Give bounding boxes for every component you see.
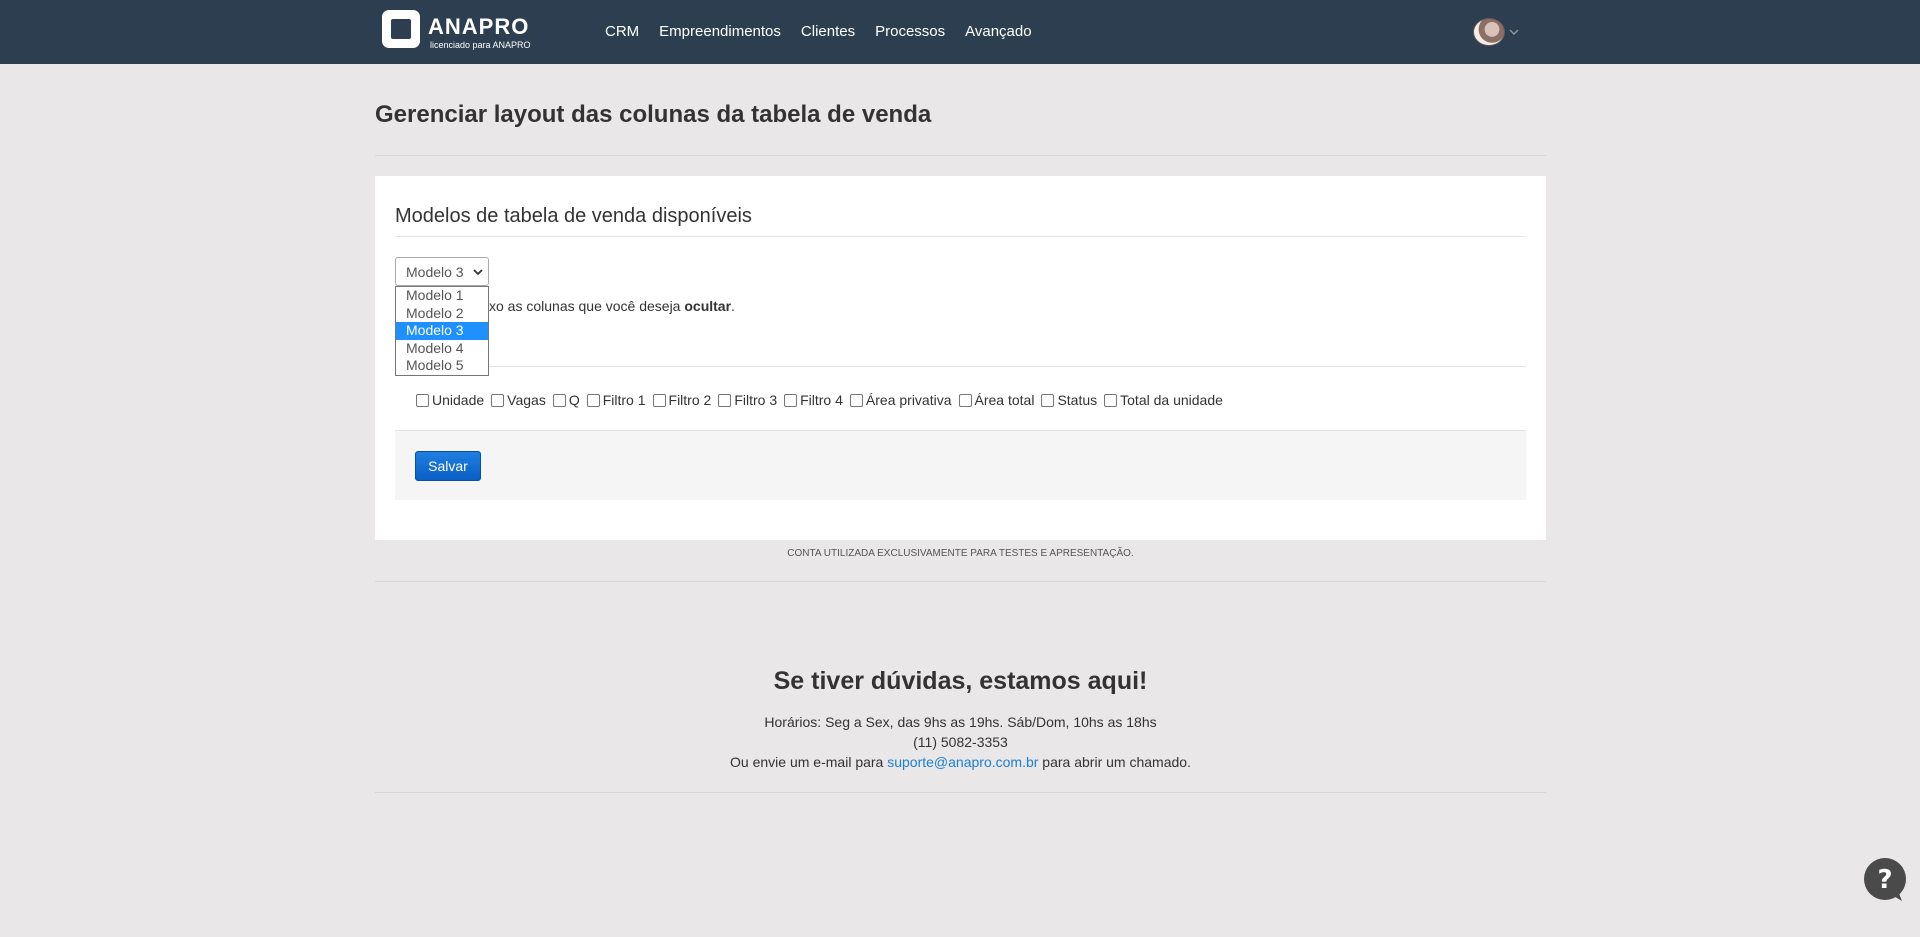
- checkbox-status[interactable]: [1041, 393, 1055, 407]
- dropdown-option-modelo-2[interactable]: Modelo 2: [396, 305, 488, 323]
- support-hours: Horários: Seg a Sex, das 9hs as 19hs. Sá…: [764, 714, 1157, 730]
- checkbox-area-privativa[interactable]: [849, 393, 863, 407]
- svg-text:?: ?: [1877, 865, 1892, 895]
- chevron-down-icon: [1509, 29, 1519, 35]
- email-suffix: para abrir um chamado.: [1038, 754, 1191, 770]
- brand-logo[interactable]: ANAPRO licenciado para ANAPRO: [382, 10, 542, 54]
- support-phone: (11) 5082-3353: [913, 734, 1008, 750]
- card-title-divider: [395, 236, 1526, 237]
- hint-bold: ocultar: [684, 298, 732, 314]
- main-menu: CRM Empreendimentos Clientes Processos A…: [605, 0, 1042, 64]
- checkbox-filtro-3[interactable]: [718, 393, 732, 407]
- checkbox-label: Q: [568, 392, 580, 408]
- checkbox-vagas[interactable]: [491, 393, 505, 407]
- email-prefix: Ou envie um e-mail para: [730, 754, 888, 770]
- nav-item-avancado[interactable]: Avançado: [955, 0, 1041, 64]
- user-menu[interactable]: [1473, 18, 1529, 46]
- avatar: [1473, 18, 1505, 46]
- checkbox-unidade[interactable]: [416, 393, 429, 407]
- brand-subtitle: licenciado para ANAPRO: [430, 40, 531, 50]
- model-dropdown-list: Modelo 1 Modelo 2 Modelo 3 Modelo 4 Mode…: [395, 286, 489, 376]
- chevron-down-icon: [473, 269, 483, 276]
- model-select-value: Modelo 3: [406, 264, 464, 280]
- dropdown-option-modelo-1[interactable]: Modelo 1: [396, 287, 488, 305]
- checkbox-area-total[interactable]: [958, 393, 972, 407]
- checkbox-label: Filtro 3: [734, 392, 778, 408]
- checkbox-label: Filtro 2: [668, 392, 712, 408]
- checkbox-label: Área privativa: [865, 392, 952, 408]
- footer-divider-bottom: [375, 792, 1546, 793]
- checkbox-label: Unidade: [432, 392, 485, 408]
- nav-item-crm[interactable]: CRM: [605, 0, 649, 64]
- checkbox-label: Filtro 4: [800, 392, 843, 408]
- checkbox-filtro-2[interactable]: [652, 393, 666, 407]
- checkbox-label: Filtro 1: [602, 392, 646, 408]
- page-title: Gerenciar layout das colunas da tabela d…: [375, 101, 932, 128]
- hint-suffix: .: [731, 298, 735, 314]
- checkbox-label: Status: [1057, 392, 1098, 408]
- support-email-line: Ou envie um e-mail para suporte@anapro.c…: [375, 754, 1546, 770]
- columns-divider: [395, 366, 1526, 367]
- checkbox-label: Total da unidade: [1120, 392, 1223, 408]
- title-divider: [375, 155, 1546, 156]
- nav-item-empreendimentos[interactable]: Empreendimentos: [649, 0, 791, 64]
- support-email-link[interactable]: suporte@anapro.com.br: [887, 754, 1038, 770]
- brand-name: ANAPRO: [428, 14, 530, 39]
- help-heading: Se tiver dúvidas, estamos aqui!: [773, 667, 1148, 695]
- dropdown-option-modelo-4[interactable]: Modelo 4: [396, 340, 488, 358]
- nav-item-clientes[interactable]: Clientes: [791, 0, 865, 64]
- card-title: Modelos de tabela de venda disponíveis: [395, 205, 752, 227]
- checkbox-label: Vagas: [507, 392, 546, 408]
- help-question-icon[interactable]: ?: [1862, 857, 1908, 903]
- actions-bar: Salvar: [395, 430, 1526, 500]
- disclaimer-text: CONTA UTILIZADA EXCLUSIVAMENTE PARA TEST…: [787, 548, 1134, 559]
- checkbox-filtro-1[interactable]: [586, 393, 600, 407]
- hint-prefix: xo as colunas que você deseja: [489, 298, 685, 314]
- top-navbar: ANAPRO licenciado para ANAPRO CRM Empree…: [0, 0, 1920, 64]
- model-select[interactable]: Modelo 3: [395, 257, 489, 286]
- checkbox-q[interactable]: [552, 393, 566, 407]
- layout-card: Modelos de tabela de venda disponíveis M…: [375, 176, 1546, 540]
- dropdown-option-modelo-3[interactable]: Modelo 3: [396, 322, 488, 340]
- footer-divider-top: [375, 581, 1546, 582]
- checkbox-total-da-unidade[interactable]: [1104, 393, 1118, 407]
- anapro-logo-icon: [382, 10, 420, 48]
- nav-item-processos[interactable]: Processos: [865, 0, 955, 64]
- save-button[interactable]: Salvar: [415, 451, 481, 481]
- column-checkbox-list: Unidade Vagas Q Filtro 1 Filtro 2 Filtro…: [415, 392, 1229, 408]
- dropdown-option-modelo-5[interactable]: Modelo 5: [396, 357, 488, 375]
- checkbox-filtro-4[interactable]: [784, 393, 798, 407]
- checkbox-label: Área total: [974, 392, 1035, 408]
